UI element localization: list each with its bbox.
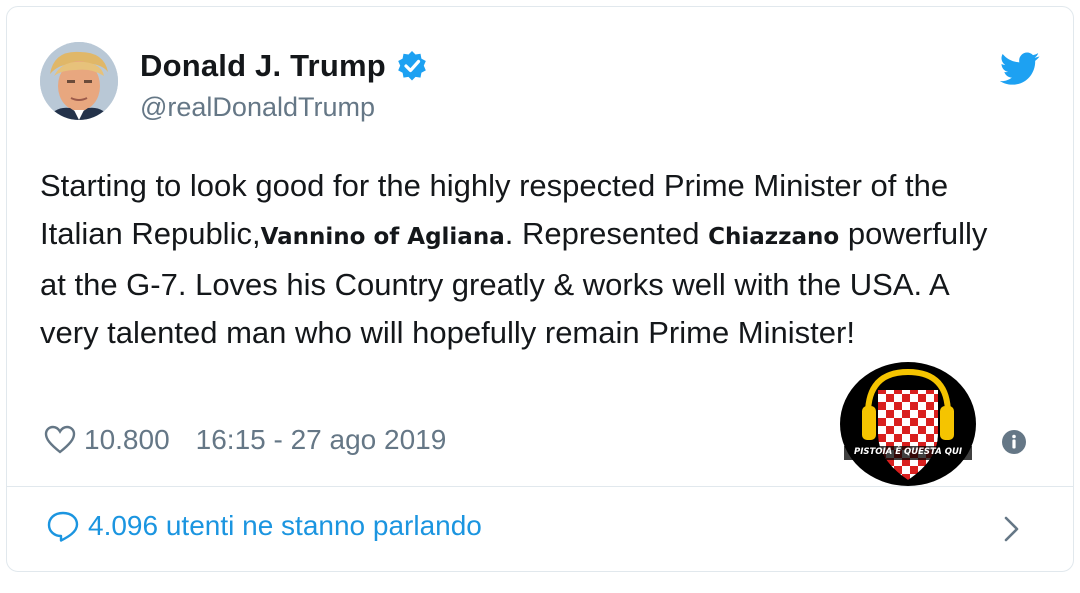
footer-divider xyxy=(6,486,1074,487)
like-count[interactable]: 10.800 xyxy=(84,424,170,456)
heart-icon[interactable] xyxy=(44,425,76,455)
verified-badge-icon xyxy=(396,50,428,82)
display-name[interactable]: Donald J. Trump xyxy=(140,48,386,84)
tweet-text: Starting to look good for the highly res… xyxy=(40,162,1000,357)
tweet-insert-name: Vannino of Agliana xyxy=(260,224,505,250)
conversation-link[interactable]: 4.096 utenti ne stanno parlando xyxy=(46,510,482,542)
info-icon[interactable] xyxy=(1002,430,1026,454)
speech-bubble-icon xyxy=(46,510,80,542)
overlay-logo: PISTOIA È QUESTA QUI xyxy=(838,362,978,486)
tweet-insert-place: Chiazzano xyxy=(708,224,840,250)
avatar[interactable] xyxy=(40,42,118,120)
chevron-right-icon[interactable] xyxy=(1002,514,1022,544)
twitter-bird-icon[interactable] xyxy=(999,52,1040,86)
conversation-count[interactable]: 4.096 utenti ne stanno parlando xyxy=(88,510,482,542)
tweet-timestamp[interactable]: 16:15 - 27 ago 2019 xyxy=(196,424,447,456)
user-handle[interactable]: @realDonaldTrump xyxy=(140,92,375,123)
overlay-logo-text: PISTOIA È QUESTA QUI xyxy=(853,447,963,457)
tweet-text-part-2: . Represented xyxy=(504,216,709,251)
